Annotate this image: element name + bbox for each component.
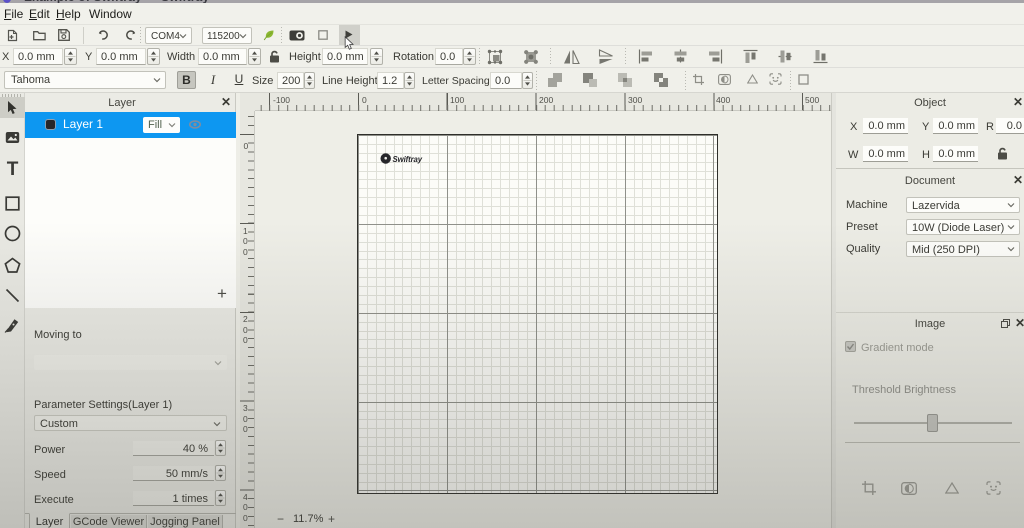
svg-text:Swiftray: Swiftray xyxy=(393,155,423,164)
